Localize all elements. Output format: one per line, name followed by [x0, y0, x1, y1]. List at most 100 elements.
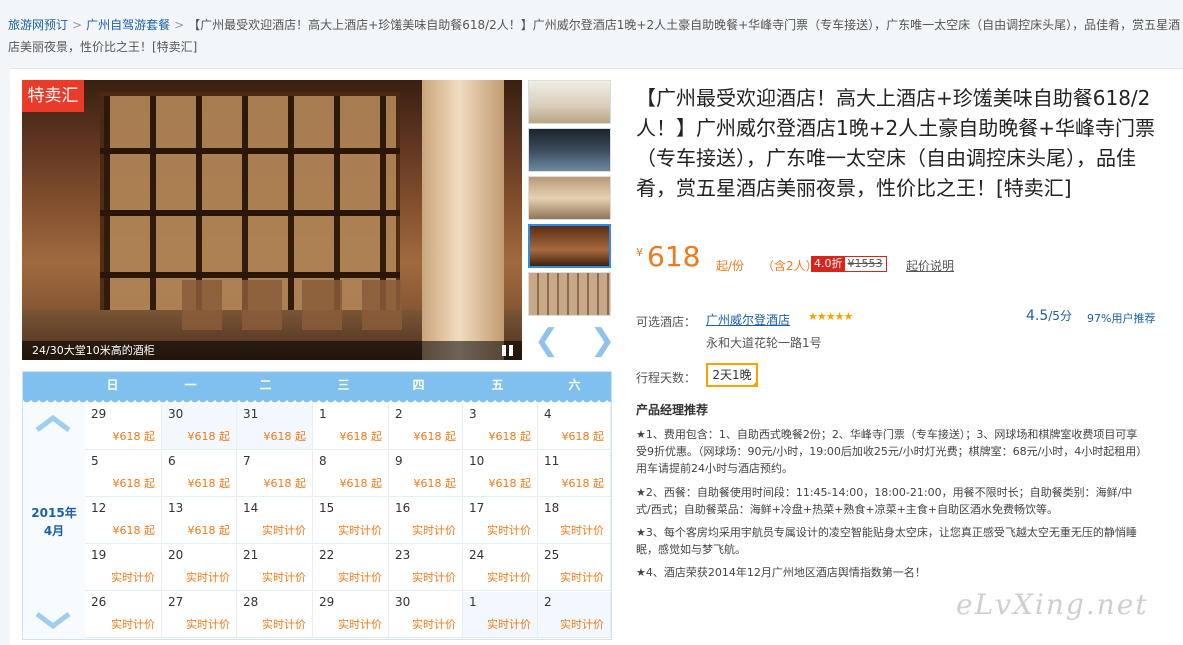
- breadcrumb-separator: >: [72, 18, 83, 32]
- photo-pillar: [422, 80, 504, 360]
- manager-recommend-heading: 产品经理推荐: [636, 403, 709, 417]
- calendar-day-price: ¥618 起: [187, 524, 231, 537]
- calendar-day-cell[interactable]: 27 实时计价: [162, 592, 237, 638]
- calendar-day-number: 19: [91, 548, 107, 562]
- calendar-day-cell[interactable]: 28 实时计价: [237, 592, 313, 638]
- calendar-year: 2015年: [31, 506, 77, 520]
- calendar-month-panel: 2015年 4月: [23, 404, 85, 639]
- calendar-day-cell[interactable]: 30 实时计价: [389, 592, 463, 638]
- calendar-day-number: 27: [168, 595, 184, 609]
- next-arrow-icon[interactable]: ❯: [590, 326, 615, 356]
- calendar-day-cell[interactable]: 11 ¥618 起: [538, 451, 611, 497]
- prev-arrow-icon[interactable]: ❮: [534, 326, 559, 356]
- thumbnail-1[interactable]: [528, 80, 611, 124]
- calendar-day-cell[interactable]: 2 实时计价: [538, 592, 611, 638]
- calendar-day-cell[interactable]: 14 实时计价: [237, 498, 313, 544]
- calendar-day-cell[interactable]: 5 ¥618 起: [85, 451, 162, 497]
- breadcrumb-category-link[interactable]: 广州自驾游套餐: [86, 18, 170, 32]
- calendar-day-cell[interactable]: 12 ¥618 起: [85, 498, 162, 544]
- calendar-day-cell[interactable]: 9 ¥618 起: [389, 451, 463, 497]
- calendar-day-cell[interactable]: 26 实时计价: [85, 592, 162, 638]
- discount-badge: 4.0折 ¥1553: [811, 256, 887, 272]
- calendar-day-number: 20: [168, 548, 184, 562]
- calendar-day-cell[interactable]: 20 实时计价: [162, 545, 237, 591]
- recommend-item: ★3、每个客房均采用宇航员专属设计的凌空智能贴身太空床，让您真正感受飞越太空无重…: [636, 526, 1137, 556]
- chevron-up-icon[interactable]: [35, 414, 71, 432]
- recommend-rate: 97%用户推荐: [1087, 312, 1156, 325]
- calendar-day-number: 6: [168, 454, 176, 468]
- calendar-day-number: 1: [469, 595, 477, 609]
- calendar-day-number: 2: [544, 595, 552, 609]
- hotel-name-link[interactable]: 广州威尔登酒店: [706, 311, 790, 328]
- breadcrumb-home-link[interactable]: 旅游网预订: [8, 18, 68, 32]
- pause-icon[interactable]: [502, 345, 514, 356]
- hotel-label: 可选酒店：: [636, 315, 697, 329]
- weekday-label: 六: [568, 378, 581, 392]
- thumbnail-4-active[interactable]: [528, 224, 611, 268]
- calendar-day-price: ¥618 起: [112, 477, 156, 490]
- calendar-day-number: 4: [544, 407, 552, 421]
- calendar-day-price: 实时计价: [111, 571, 155, 584]
- breadcrumb: 旅游网预订 > 广州自驾游套餐 > 【广州最受欢迎酒店！高大上酒店+珍馐美味自助餐618…: [8, 14, 1183, 58]
- calendar-day-price: ¥618 起: [339, 430, 383, 443]
- calendar-day-price: 实时计价: [412, 524, 456, 537]
- calendar-day-cell[interactable]: 29 实时计价: [313, 592, 389, 638]
- score-value: 4.5: [1026, 308, 1049, 324]
- calendar-day-price: ¥618 起: [187, 430, 231, 443]
- calendar-day-number: 29: [91, 407, 107, 421]
- price-calendar: 日 一 二 三 四 五 六 2015年 4月 29 ¥618 起 30 ¥618 起3…: [22, 371, 612, 640]
- calendar-day-price: 实时计价: [186, 618, 230, 631]
- calendar-day-number: 3: [469, 407, 477, 421]
- calendar-day-price: 实时计价: [487, 524, 531, 537]
- calendar-day-cell[interactable]: 4 ¥618 起: [538, 404, 611, 450]
- calendar-day-cell[interactable]: 30 ¥618 起: [162, 404, 237, 450]
- calendar-day-cell[interactable]: 13 ¥618 起: [162, 498, 237, 544]
- calendar-day-cell[interactable]: 8 ¥618 起: [313, 451, 389, 497]
- calendar-day-price: 实时计价: [338, 524, 382, 537]
- calendar-day-cell[interactable]: 2 ¥618 起: [389, 404, 463, 450]
- chevron-down-icon[interactable]: [35, 612, 71, 630]
- calendar-day-number: 21: [243, 548, 259, 562]
- calendar-day-price: ¥618 起: [263, 430, 307, 443]
- calendar-day-cell[interactable]: 6 ¥618 起: [162, 451, 237, 497]
- calendar-day-price: ¥618 起: [339, 477, 383, 490]
- calendar-day-number: 17: [469, 501, 485, 515]
- calendar-day-price: ¥618 起: [561, 477, 605, 490]
- calendar-day-number: 12: [91, 501, 107, 515]
- calendar-day-cell[interactable]: 29 ¥618 起: [85, 404, 162, 450]
- calendar-day-price: 实时计价: [338, 618, 382, 631]
- price-note-link[interactable]: 起价说明: [906, 257, 954, 274]
- thumbnail-5[interactable]: [528, 272, 611, 316]
- calendar-day-cell[interactable]: 15 实时计价: [313, 498, 389, 544]
- thumbnail-3[interactable]: [528, 176, 611, 220]
- calendar-day-cell[interactable]: 16 实时计价: [389, 498, 463, 544]
- calendar-day-number: 15: [319, 501, 335, 515]
- calendar-day-number: 18: [544, 501, 560, 515]
- calendar-day-cell[interactable]: 1 ¥618 起: [313, 404, 389, 450]
- calendar-day-cell[interactable]: 18 实时计价: [538, 498, 611, 544]
- main-photo[interactable]: [22, 80, 522, 360]
- calendar-day-cell[interactable]: 10 ¥618 起: [463, 451, 538, 497]
- calendar-day-price: ¥618 起: [488, 430, 532, 443]
- trip-days-option[interactable]: 2天1晚: [706, 363, 758, 387]
- calendar-day-cell[interactable]: 17 实时计价: [463, 498, 538, 544]
- calendar-day-cell[interactable]: 23 实时计价: [389, 545, 463, 591]
- calendar-day-cell[interactable]: 25 实时计价: [538, 545, 611, 591]
- calendar-day-cell[interactable]: 31 ¥618 起: [237, 404, 313, 450]
- calendar-weekday-header: 日 一 二 三 四 五 六: [23, 372, 611, 398]
- calendar-day-price: 实时计价: [338, 571, 382, 584]
- thumbnail-2[interactable]: [528, 128, 611, 172]
- calendar-day-price: ¥618 起: [413, 477, 457, 490]
- calendar-day-cell[interactable]: 24 实时计价: [463, 545, 538, 591]
- watermark: eLvXing.net: [956, 588, 1149, 621]
- photo-caption: 24/30大堂10米高的酒柜: [22, 341, 522, 360]
- calendar-day-cell[interactable]: 3 ¥618 起: [463, 404, 538, 450]
- calendar-day-cell[interactable]: 1 实时计价: [463, 592, 538, 638]
- calendar-day-cell[interactable]: 22 实时计价: [313, 545, 389, 591]
- calendar-day-number: 16: [395, 501, 411, 515]
- thumbnail-strip: [528, 80, 611, 320]
- calendar-day-cell[interactable]: 19 实时计价: [85, 545, 162, 591]
- calendar-day-cell[interactable]: 7 ¥618 起: [237, 451, 313, 497]
- calendar-day-cell[interactable]: 21 实时计价: [237, 545, 313, 591]
- original-price: ¥1553: [847, 257, 883, 270]
